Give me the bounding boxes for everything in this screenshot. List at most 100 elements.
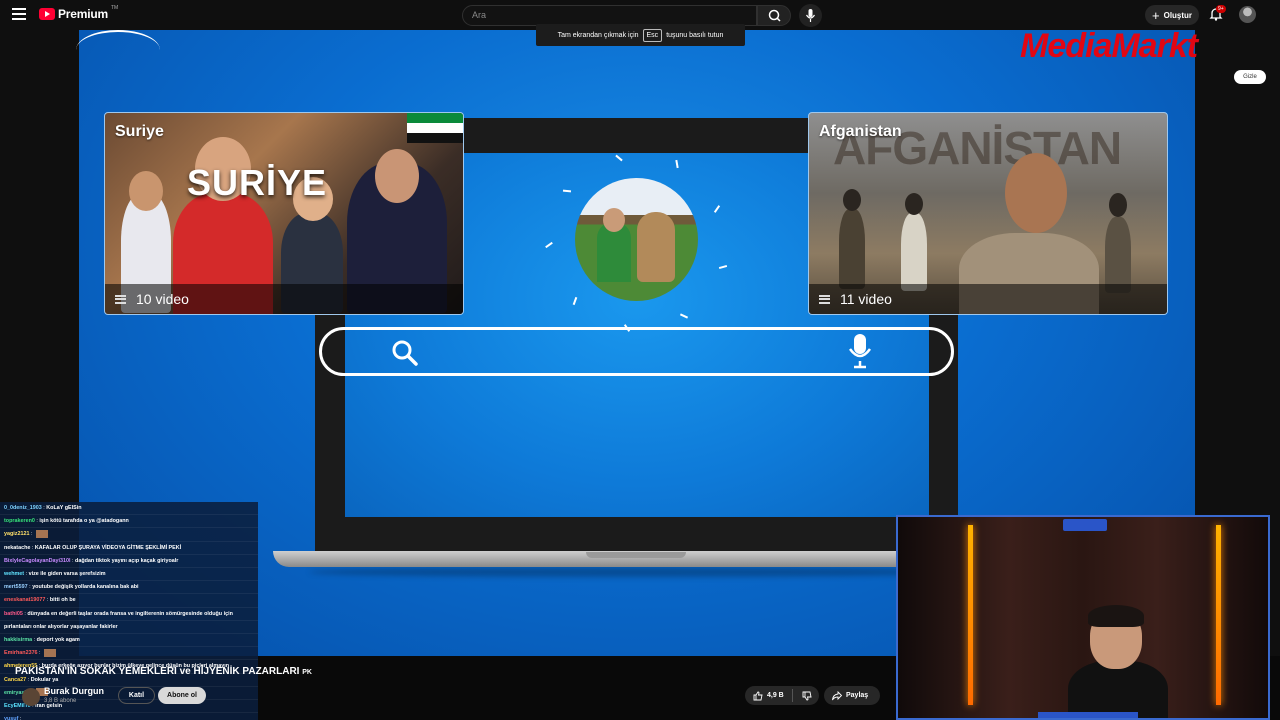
person-head <box>905 193 923 215</box>
chat-username: Emirhan2376 <box>4 650 38 657</box>
chat-text: pırlantaları onlar alıyorlar yaşayanlar … <box>4 623 118 630</box>
laptop-notch <box>586 552 686 558</box>
chat-username: yusuf <box>4 716 19 720</box>
channel-name[interactable]: Burak Durgun <box>44 686 104 696</box>
flag-graphic <box>407 113 463 143</box>
chat-username: hakkisirma <box>4 637 33 644</box>
card-title: Afganistan <box>819 123 902 140</box>
webcam-badge <box>1063 519 1107 531</box>
person-head <box>603 208 625 232</box>
chat-text: KoLaY gElSin <box>46 505 82 511</box>
playlist-card-afganistan: AFGANİSTAN Afganistan 11 video <box>808 112 1168 315</box>
fullscreen-exit-tip: Tam ekrandan çıkmak için Esc tuşunu bası… <box>536 24 745 46</box>
chat-username: 0_0deniz_1903 <box>4 505 42 511</box>
chat-username: Canca27 <box>4 676 27 683</box>
chat-message: bathi05 : dünyada en değerli taşlar orad… <box>0 608 258 621</box>
chat-separator: : <box>18 716 22 720</box>
mic-icon <box>806 9 815 22</box>
chat-username: wehmet <box>4 571 25 578</box>
chat-message: 0_0deniz_1903 : KoLaY gElSin <box>0 502 258 516</box>
video-count: 10 video <box>136 291 189 307</box>
center-avatar-image <box>575 178 698 301</box>
menu-icon[interactable] <box>12 8 26 20</box>
card-title: Suriye <box>115 123 164 140</box>
chat-text: vize ile giden varsa şerefsizim <box>28 571 106 578</box>
esc-key: Esc <box>642 28 663 42</box>
chat-username: bathi05 <box>4 610 23 617</box>
chat-message: yagiz2121 : <box>0 528 258 542</box>
card-video-count: 10 video <box>105 284 463 314</box>
chat-text: bitti oh be <box>49 597 76 604</box>
subscribe-button[interactable]: Abone ol <box>158 687 206 704</box>
join-button[interactable]: Katıl <box>118 687 155 704</box>
like-button[interactable]: 4,9 B <box>745 686 819 705</box>
thumbs-up-icon <box>753 691 763 700</box>
voice-search-button[interactable] <box>799 4 822 27</box>
decorative-arc <box>76 30 160 70</box>
chat-message: hakkisirma : deport yok agam <box>0 634 258 648</box>
share-button[interactable]: Paylaş <box>824 686 880 705</box>
graphic-mic-icon <box>848 334 872 369</box>
hide-button[interactable]: Gizle <box>1234 70 1266 84</box>
chat-message: Emirhan2376 : <box>0 647 258 661</box>
share-label: Paylaş <box>846 692 869 699</box>
thumbnail-overlay-text: SURİYE <box>187 162 328 203</box>
like-divider <box>792 689 793 702</box>
chat-username: nekatache <box>4 544 31 551</box>
create-label: Oluştur <box>1163 10 1193 20</box>
person-head <box>129 171 163 211</box>
youtube-logo[interactable]: Premium TM <box>39 5 119 21</box>
video-count: 11 video <box>840 291 892 307</box>
person-head <box>1005 153 1067 233</box>
graphic-search-icon <box>392 340 418 366</box>
chat-text: Dokular ya <box>30 676 59 683</box>
chat-message: eneskanat19077 : bitti oh be <box>0 594 258 608</box>
webcam-bottom-bar <box>1038 712 1138 718</box>
search-input[interactable]: Ara <box>462 5 757 26</box>
streamer-webcam <box>896 515 1270 720</box>
thumbs-down-icon[interactable] <box>802 691 812 701</box>
playlist-card-suriye: Suriye 10 video <box>104 112 464 315</box>
chat-text: youtube değişik yollarda kanalına bak ab… <box>32 584 139 591</box>
chat-emote-image <box>44 648 57 657</box>
video-title-text: PAKİSTAN'IN SOKAK YEMEKLERİ ve HİJYENİK … <box>15 666 300 677</box>
chat-text: dağdan tiktok yayını açıp kaçak giriyoal… <box>75 557 179 564</box>
playlist-icon <box>819 294 830 304</box>
subscriber-count: 3,8 B abone <box>44 698 77 704</box>
plus-icon: + <box>1152 7 1160 23</box>
chat-username: yagiz2121 <box>4 531 30 538</box>
chat-message: yusuf : <box>0 713 258 720</box>
chat-separator: : <box>37 650 43 657</box>
chat-username: BixlyleCagolayanDayi310l <box>4 557 71 564</box>
create-button[interactable]: + Oluştur <box>1145 5 1199 25</box>
person-head <box>375 149 419 203</box>
streamer-hair <box>1088 605 1144 627</box>
playlist-icon <box>115 294 126 304</box>
chat-message: BixlyleCagolayanDayi310l : dağdan tiktok… <box>0 555 258 569</box>
video-title: PAKİSTAN'IN SOKAK YEMEKLERİ ve HİJYENİK … <box>15 666 312 677</box>
streamer-figure <box>1068 605 1168 718</box>
person-figure <box>1105 217 1131 293</box>
chat-text: KAFALAR OLUP ŞURAYA VİDEOYA GİTME ŞEKLİM… <box>34 544 182 551</box>
tip-text-after: tuşunu basılı tutun <box>666 31 724 39</box>
neon-light <box>1216 525 1221 705</box>
logo-text: Premium <box>58 7 108 21</box>
chat-text: deport yok agam <box>36 637 80 644</box>
account-avatar[interactable] <box>1239 6 1256 23</box>
chat-message: pırlantaları onlar alıyorlar yaşayanlar … <box>0 621 258 635</box>
notification-badge: 9+ <box>1216 5 1226 13</box>
chat-text: işin kötü tarafıda o ya @atadogann <box>39 518 129 525</box>
chat-message: nekatache : KAFALAR OLUP ŞURAYA VİDEOYA … <box>0 542 258 555</box>
chat-username: eneskanat19077 <box>4 597 46 604</box>
hide-label: Gizle <box>1243 74 1257 80</box>
like-count: 4,9 B <box>767 692 784 699</box>
tip-text-before: Tam ekrandan çıkmak için <box>557 31 639 39</box>
search-button[interactable] <box>757 5 791 26</box>
card-video-count: 11 video <box>809 284 1167 314</box>
laptop-shadow <box>309 567 964 577</box>
logo-tm: TM <box>110 5 119 11</box>
search-icon <box>768 9 781 22</box>
video-title-suffix: PK <box>302 669 312 676</box>
channel-avatar[interactable] <box>22 688 40 706</box>
sponsor-logo: MediaMarkt <box>1020 27 1198 65</box>
